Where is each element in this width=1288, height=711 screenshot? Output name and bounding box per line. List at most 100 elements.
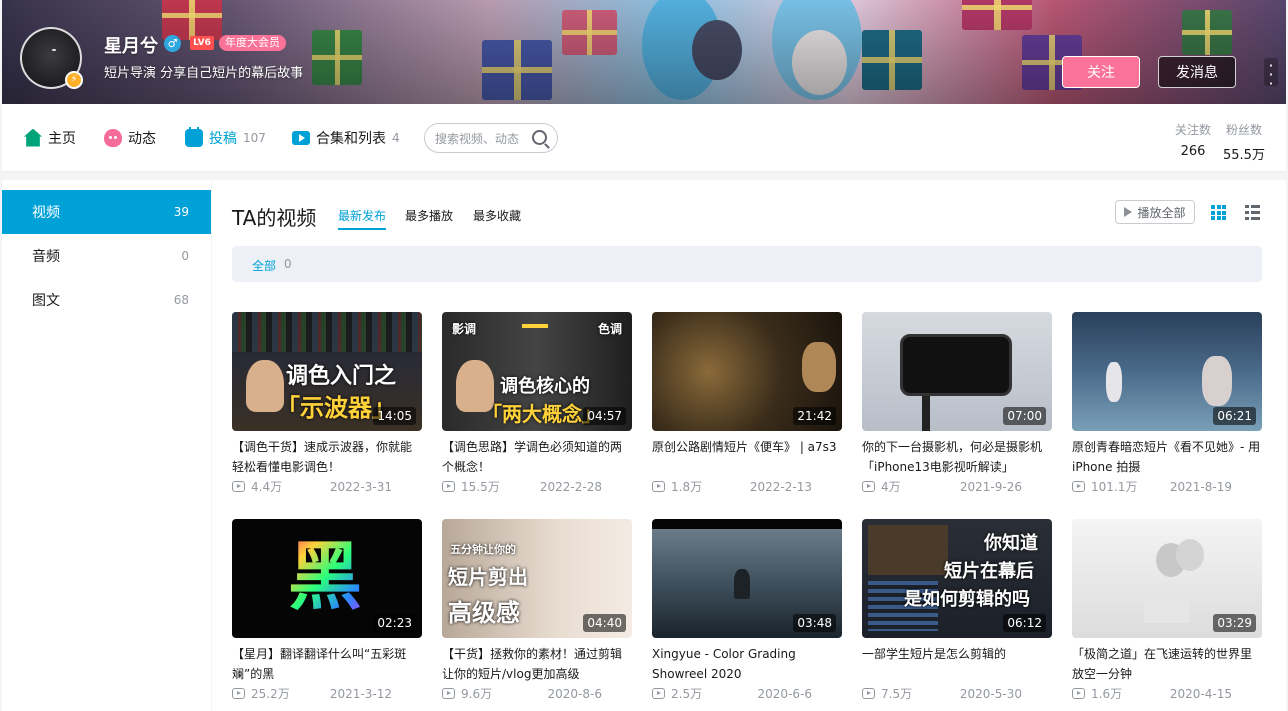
vip-badge[interactable]: 年度大会员 bbox=[219, 35, 286, 51]
publish-date: 2020-8-6 bbox=[547, 686, 602, 701]
sort-most-favorited[interactable]: 最多收藏 bbox=[473, 207, 521, 228]
play-count-icon bbox=[1072, 688, 1085, 699]
sidebar-item-audio[interactable]: 音频 0 bbox=[2, 234, 211, 278]
tv-icon bbox=[185, 126, 203, 147]
fans-stat[interactable]: 粉丝数 55.5万 bbox=[1223, 121, 1265, 163]
play-count: 4.4万 bbox=[251, 480, 283, 494]
video-title[interactable]: 一部学生短片是怎么剪辑的 bbox=[862, 644, 1052, 684]
video-thumbnail[interactable]: 07:00 bbox=[862, 312, 1052, 431]
video-card[interactable]: 你知道 短片在幕后 是如何剪辑的吗 06:12 一部学生短片是怎么剪辑的 7.5… bbox=[862, 519, 1052, 702]
video-title[interactable]: 【调色思路】学调色必须知道的两个概念！ bbox=[442, 437, 632, 477]
tab-dynamic[interactable]: 动态 bbox=[104, 104, 156, 171]
video-card[interactable]: 影调 色调 调色核心的 「两大概念」 04:57 【调色思路】学调色必须知道的两… bbox=[442, 312, 632, 495]
video-duration: 04:40 bbox=[583, 614, 626, 632]
content-type-sidebar: 视频 39 音频 0 图文 68 bbox=[2, 180, 211, 711]
sidebar-item-video[interactable]: 视频 39 bbox=[2, 190, 211, 234]
sidebar-item-article[interactable]: 图文 68 bbox=[2, 278, 211, 322]
play-count: 7.5万 bbox=[881, 687, 913, 701]
video-duration: 03:48 bbox=[793, 614, 836, 632]
video-card[interactable]: 06:21 原创青春暗恋短片《看不见她》- 用iPhone 拍摄 101.1万 2… bbox=[1072, 312, 1262, 495]
video-duration: 07:00 bbox=[1003, 407, 1046, 425]
video-thumbnail[interactable]: 21:42 bbox=[652, 312, 842, 431]
publish-date: 2021-8-19 bbox=[1169, 479, 1232, 494]
play-count-icon bbox=[862, 688, 875, 699]
category-filter-bar: 全部 0 bbox=[232, 246, 1262, 282]
publish-date: 2021-3-12 bbox=[329, 686, 392, 701]
play-count: 9.6万 bbox=[461, 687, 493, 701]
phone-figure bbox=[900, 334, 1012, 396]
play-count: 1.8万 bbox=[671, 480, 703, 494]
video-duration: 03:29 bbox=[1213, 614, 1256, 632]
publish-date: 2022-2-13 bbox=[749, 479, 812, 494]
tab-home[interactable]: 主页 bbox=[24, 104, 76, 171]
video-card[interactable]: 五分钟让你的 短片剪出 高级感 04:40 【干货】拯救你的素材！通过剪辑让你的… bbox=[442, 519, 632, 702]
publish-date: 2022-2-28 bbox=[539, 479, 602, 494]
video-thumbnail[interactable]: 调色入门之 「示波器」 14:05 bbox=[232, 312, 422, 431]
video-thumbnail[interactable]: 影调 色调 调色核心的 「两大概念」 04:57 bbox=[442, 312, 632, 431]
filter-all[interactable]: 全部 bbox=[252, 257, 276, 274]
list-view-icon[interactable] bbox=[1245, 205, 1260, 220]
video-card[interactable]: 03:29 「极简之道」在飞速运转的世界里放空一分钟 1.6万 2020-4-15 bbox=[1072, 519, 1262, 702]
play-all-button[interactable]: 播放全部 bbox=[1115, 200, 1195, 224]
tab-collections[interactable]: 合集和列表 4 bbox=[292, 104, 400, 171]
video-thumbnail[interactable]: 五分钟让你的 短片剪出 高级感 04:40 bbox=[442, 519, 632, 638]
video-title[interactable]: 你的下一台摄影机，何必是摄影机「iPhone13电影视听解读」 bbox=[862, 437, 1052, 477]
video-title[interactable]: 原创公路剧情短片《便车》 | a7s3 bbox=[652, 437, 842, 477]
video-list-panel: TA的视频 最新发布 最多播放 最多收藏 播放全部 全部 0 调色入门之 「示波… bbox=[212, 180, 1286, 711]
play-count: 101.1万 bbox=[1091, 480, 1138, 494]
publish-date: 2022-3-31 bbox=[329, 479, 392, 494]
publish-date: 2020-5-30 bbox=[959, 686, 1022, 701]
play-icon bbox=[1124, 207, 1133, 217]
video-title[interactable]: 【干货】拯救你的素材！通过剪辑让你的短片/vlog更加高级 bbox=[442, 644, 632, 684]
male-gender-icon: ♂ bbox=[164, 35, 181, 52]
profile-nav: 主页 动态 投稿 107 合集和列表 4 关注数 266 粉丝数 55.5万 bbox=[2, 104, 1286, 171]
video-title[interactable]: 【星月】翻译翻译什么叫“五彩斑斓”的黑 bbox=[232, 644, 422, 684]
video-duration: 04:57 bbox=[583, 407, 626, 425]
following-stat[interactable]: 关注数 266 bbox=[1175, 121, 1211, 159]
play-count: 15.5万 bbox=[461, 480, 500, 494]
video-thumbnail[interactable]: 黑 02:23 bbox=[232, 519, 422, 638]
user-name: 星月兮 bbox=[104, 36, 158, 57]
video-title[interactable]: Xingyue - Color Grading Showreel 2020 bbox=[652, 644, 842, 684]
video-thumbnail[interactable]: 03:48 bbox=[652, 519, 842, 638]
video-duration: 06:12 bbox=[1003, 614, 1046, 632]
sort-latest[interactable]: 最新发布 bbox=[338, 207, 387, 230]
video-thumbnail[interactable]: 06:21 bbox=[1072, 312, 1262, 431]
search-input[interactable] bbox=[435, 130, 531, 148]
video-duration: 06:21 bbox=[1213, 407, 1256, 425]
level-badge: LV6 bbox=[190, 36, 214, 50]
video-title[interactable]: 原创青春暗恋短片《看不见她》- 用iPhone 拍摄 bbox=[1072, 437, 1262, 477]
user-signature: 短片导演 分享自己短片的幕后故事 bbox=[104, 66, 304, 81]
lightning-icon: ⚡ bbox=[65, 71, 83, 89]
play-count: 25.2万 bbox=[251, 687, 290, 701]
video-title[interactable]: 【调色干货】速成示波器，你就能轻松看懂电影调色！ bbox=[232, 437, 422, 477]
search-icon[interactable] bbox=[532, 130, 547, 145]
tab-uploads[interactable]: 投稿 107 bbox=[185, 104, 266, 171]
filter-all-count: 0 bbox=[284, 257, 292, 271]
play-count-icon bbox=[442, 688, 455, 699]
arrow-icon bbox=[522, 324, 548, 328]
video-card[interactable]: 调色入门之 「示波器」 14:05 【调色干货】速成示波器，你就能轻松看懂电影调… bbox=[232, 312, 422, 495]
message-button[interactable]: 发消息 bbox=[1158, 56, 1236, 88]
video-title[interactable]: 「极简之道」在飞速运转的世界里放空一分钟 bbox=[1072, 644, 1262, 684]
dynamic-icon bbox=[104, 128, 122, 147]
sort-most-played[interactable]: 最多播放 bbox=[405, 207, 453, 228]
video-card[interactable]: 黑 02:23 【星月】翻译翻译什么叫“五彩斑斓”的黑 25.2万 2021-3-… bbox=[232, 519, 422, 702]
video-card[interactable]: 03:48 Xingyue - Color Grading Showreel 2… bbox=[652, 519, 842, 702]
video-card[interactable]: 07:00 你的下一台摄影机，何必是摄影机「iPhone13电影视听解读」 4万… bbox=[862, 312, 1052, 495]
section-title: TA的视频 bbox=[232, 206, 317, 230]
play-count-icon bbox=[1072, 481, 1085, 492]
video-thumbnail[interactable]: 你知道 短片在幕后 是如何剪辑的吗 06:12 bbox=[862, 519, 1052, 638]
video-card[interactable]: 21:42 原创公路剧情短片《便车》 | a7s3 1.8万 2022-2-13 bbox=[652, 312, 842, 495]
more-options-icon[interactable]: · · · bbox=[1264, 58, 1278, 92]
play-count: 2.5万 bbox=[671, 687, 703, 701]
follow-button[interactable]: 关注 bbox=[1062, 56, 1140, 88]
play-count-icon bbox=[652, 481, 665, 492]
play-count-icon bbox=[442, 481, 455, 492]
video-thumbnail[interactable]: 03:29 bbox=[1072, 519, 1262, 638]
play-count-icon bbox=[232, 688, 245, 699]
grid-view-icon[interactable] bbox=[1211, 205, 1226, 220]
play-count-icon bbox=[862, 481, 875, 492]
video-duration: 02:23 bbox=[373, 614, 416, 632]
play-count: 4万 bbox=[881, 480, 901, 494]
